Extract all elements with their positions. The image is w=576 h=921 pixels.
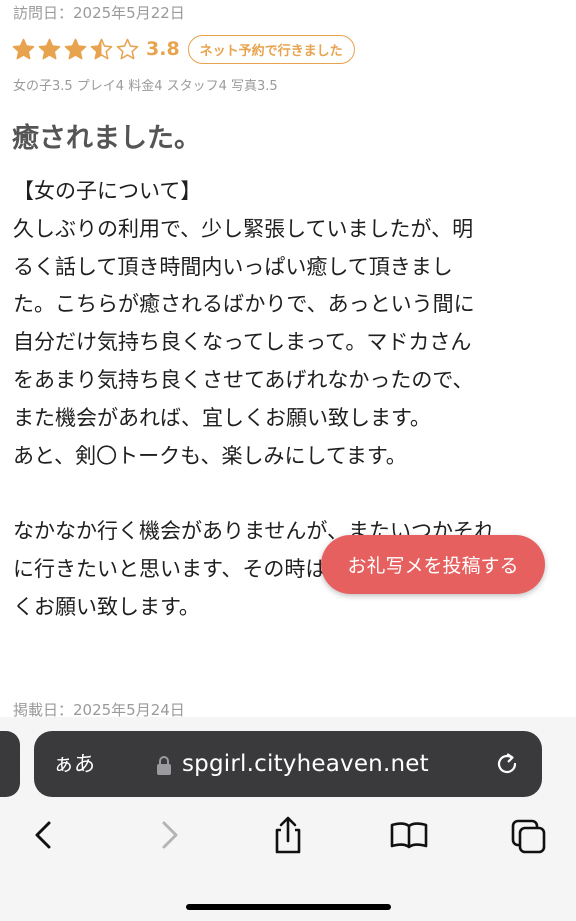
visit-date: 訪問日：2025年5月22日 (13, 4, 185, 22)
star-rating (12, 38, 142, 61)
lock-icon (157, 756, 171, 775)
url-text[interactable]: spgirl.cityheaven.net (182, 731, 429, 797)
post-thanks-photo-button[interactable]: お礼写メを投稿する (321, 535, 545, 594)
page-settings-button[interactable]: ぁあ (53, 731, 95, 797)
star-full-icon (12, 38, 35, 59)
bookmarks-icon[interactable] (388, 813, 430, 857)
address-bar[interactable]: ぁあ spgirl.cityheaven.net (34, 731, 542, 797)
forward-icon[interactable] (149, 813, 189, 857)
browser-bottom-bar: ぁあ spgirl.cityheaven.net (0, 717, 576, 921)
review-body-line: くお願い致します。 (13, 594, 200, 619)
star-empty-icon (116, 38, 139, 59)
home-indicator (186, 904, 391, 910)
review-card: 訪問日：2025年5月22日 3.8 ネット予約で行きました 女の子3.5 プレ… (0, 0, 576, 720)
share-icon[interactable] (268, 813, 308, 857)
rating-value: 3.8 (146, 38, 180, 60)
review-body-line: るく話して頂き時間内いっぱい癒して頂きまし (13, 254, 453, 279)
rating-row: 3.8 ネット予約で行きました (12, 33, 355, 65)
review-body-line: 自分だけ気持ち良くなってしまって。マドカさん (13, 330, 472, 355)
sub-ratings: 女の子3.5 プレイ4 料金4 スタッフ4 写真3.5 (13, 79, 278, 94)
review-body-line: 【女の子について】 (13, 179, 202, 203)
reserve-badge: ネット予約で行きました (187, 34, 355, 64)
review-body-line: 久しぶりの利用で、少し緊張していましたが、明 (13, 216, 474, 241)
review-body-line: また機会があれば、宜しくお願い致します。 (13, 405, 431, 430)
star-half-icon (90, 38, 113, 59)
review-title: 癒されました。 (12, 123, 201, 154)
review-body-line (13, 475, 565, 513)
star-full-icon (64, 38, 87, 59)
review-body-line: をあまり気持ち良くさせてあげれなかったので、 (13, 367, 474, 392)
tabs-icon[interactable] (509, 813, 549, 857)
back-icon[interactable] (24, 813, 64, 857)
review-body-line: あと、剣〇トークも、楽しみにしてます。 (13, 443, 407, 468)
reload-icon[interactable] (494, 751, 520, 777)
star-full-icon (38, 38, 61, 59)
previous-tab-edge[interactable] (0, 731, 20, 797)
review-body-line: た。こちらが癒されるばかりで、あっという間に (13, 292, 475, 317)
